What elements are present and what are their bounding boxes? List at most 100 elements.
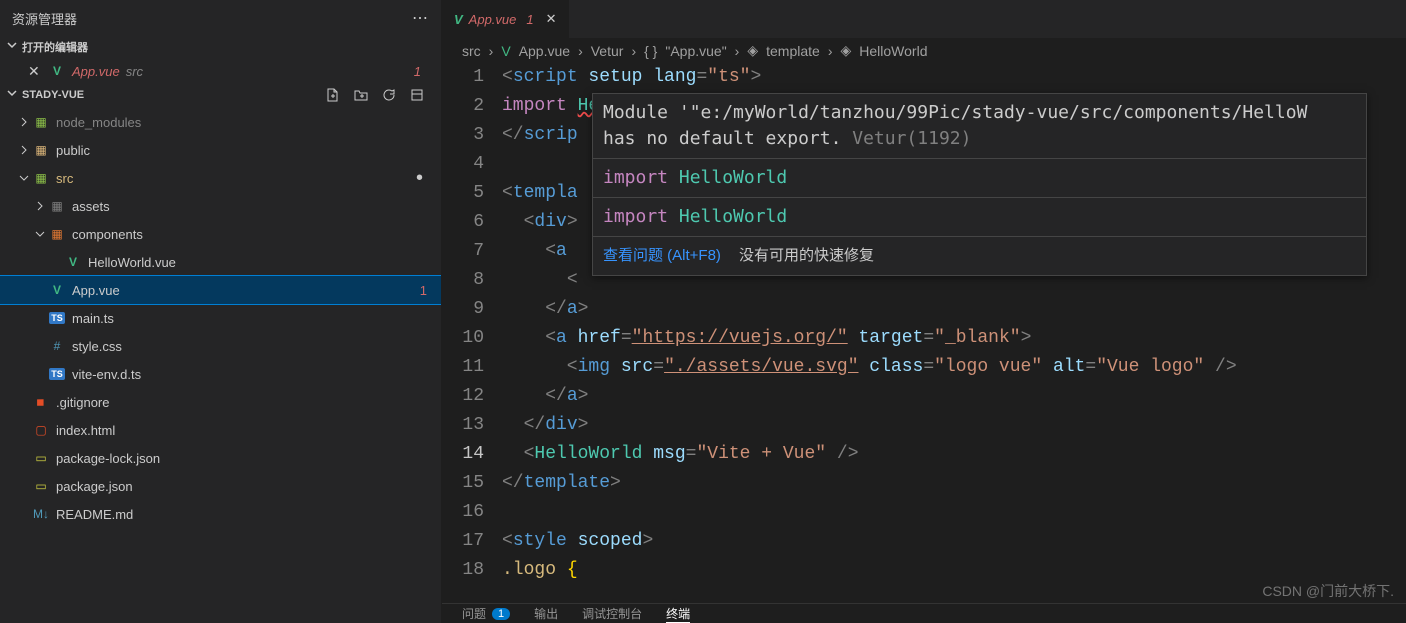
bc-item[interactable]: "App.vue" — [665, 43, 726, 59]
tree-file-package-lock[interactable]: ▭ package-lock.json — [0, 444, 441, 472]
chevron-right-icon — [32, 200, 48, 212]
vue-icon: V — [454, 12, 463, 27]
tree-file-gitignore[interactable]: ◆ .gitignore — [0, 388, 441, 416]
tree-file-helloworld[interactable]: V HelloWorld.vue — [0, 248, 441, 276]
bc-item[interactable]: template — [766, 43, 820, 59]
vue-icon: V — [48, 281, 66, 299]
hover-suggestion[interactable]: import HelloWorld — [593, 158, 1366, 197]
tab-app-vue[interactable]: V App.vue 1 ✕ — [442, 0, 570, 38]
vue-icon: V — [64, 253, 82, 271]
tree-file-readme[interactable]: M↓ README.md — [0, 500, 441, 528]
tree-label: App.vue — [72, 283, 120, 298]
chevron-right-icon — [16, 144, 32, 156]
css-icon: # — [48, 337, 66, 355]
tab-problems[interactable]: 问题 1 — [462, 605, 510, 622]
tree-label: HelloWorld.vue — [88, 255, 176, 270]
tree-file-vite-env[interactable]: TS vite-env.d.ts — [0, 360, 441, 388]
problem-badge: 1 — [420, 283, 427, 298]
json-icon: ▭ — [32, 477, 50, 495]
tab-debug-console[interactable]: 调试控制台 — [582, 605, 642, 622]
tree-label: public — [56, 143, 90, 158]
chevron-right-icon: › — [828, 43, 833, 59]
vue-icon: V — [501, 43, 510, 59]
more-actions-button[interactable]: ⋯ — [412, 8, 429, 28]
project-actions — [325, 87, 435, 103]
explorer-header: 资源管理器 ⋯ — [0, 0, 441, 36]
git-icon: ◆ — [28, 389, 53, 414]
hover-actions-bar: 查看问题 (Alt+F8) 没有可用的快速修复 — [593, 236, 1366, 275]
hover-suggestion[interactable]: import HelloWorld — [593, 197, 1366, 236]
refresh-icon[interactable] — [381, 87, 397, 103]
folder-icon: ▦ — [32, 169, 50, 187]
open-editor-path: src — [126, 64, 143, 79]
view-problem-link[interactable]: 查看问题 (Alt+F8) — [603, 243, 721, 269]
file-tree: ▦ node_modules ▦ public ▦ src • ▦ assets… — [0, 106, 441, 623]
tree-folder-assets[interactable]: ▦ assets — [0, 192, 441, 220]
editor-area: V App.vue 1 ✕ src › V App.vue › Vetur › … — [442, 0, 1406, 623]
json-icon: ▭ — [32, 449, 50, 467]
chevron-right-icon: › — [489, 43, 494, 59]
new-file-icon[interactable] — [325, 87, 341, 103]
breadcrumb[interactable]: src › V App.vue › Vetur › { } "App.vue" … — [442, 38, 1406, 63]
new-folder-icon[interactable] — [353, 87, 369, 103]
open-editors-label: 打开的编辑器 — [22, 39, 88, 55]
project-name: STADY-VUE — [22, 89, 84, 101]
bc-item[interactable]: src — [462, 43, 481, 59]
close-icon[interactable]: ✕ — [28, 63, 48, 80]
symbol-icon: ◈ — [747, 42, 758, 59]
tree-label: README.md — [56, 507, 133, 522]
tree-label: src — [56, 171, 73, 186]
tree-file-style-css[interactable]: # style.css — [0, 332, 441, 360]
tree-file-index-html[interactable]: ▢ index.html — [0, 416, 441, 444]
open-editors-header[interactable]: 打开的编辑器 — [0, 36, 441, 58]
chevron-right-icon — [16, 116, 32, 128]
folder-icon: ▦ — [48, 225, 66, 243]
tree-label: components — [72, 227, 143, 242]
chevron-down-icon — [6, 39, 22, 55]
close-icon[interactable]: ✕ — [546, 11, 557, 27]
folder-icon: ▦ — [32, 113, 50, 131]
tab-terminal[interactable]: 终端 — [666, 605, 690, 623]
chevron-down-icon — [32, 228, 48, 240]
open-editor-filename: App.vue — [72, 64, 120, 79]
bc-item[interactable]: Vetur — [591, 43, 624, 59]
tree-label: vite-env.d.ts — [72, 367, 141, 382]
hover-error-message: Module '"e:/myWorld/tanzhou/99Pic/stady-… — [593, 94, 1366, 158]
folder-icon: ▦ — [48, 197, 66, 215]
tab-title: App.vue — [469, 12, 517, 27]
ts-icon: TS — [48, 309, 66, 327]
tree-label: assets — [72, 199, 110, 214]
vue-icon: V — [48, 62, 66, 80]
symbol-icon: ◈ — [841, 42, 852, 59]
bc-item[interactable]: HelloWorld — [859, 43, 927, 59]
open-editor-item[interactable]: ✕ V App.vue src 1 — [0, 58, 441, 84]
tree-file-main-ts[interactable]: TS main.ts — [0, 304, 441, 332]
chevron-right-icon: › — [735, 43, 740, 59]
open-editor-badge: 1 — [414, 64, 435, 79]
tree-label: package-lock.json — [56, 451, 160, 466]
chevron-down-icon — [6, 87, 22, 103]
tree-folder-src[interactable]: ▦ src • — [0, 164, 441, 192]
tree-folder-components[interactable]: ▦ components — [0, 220, 441, 248]
watermark-text: CSDN @门前大桥下. — [1262, 581, 1394, 601]
tree-folder-node-modules[interactable]: ▦ node_modules — [0, 108, 441, 136]
tree-label: index.html — [56, 423, 115, 438]
bc-item[interactable]: App.vue — [519, 43, 570, 59]
tree-folder-public[interactable]: ▦ public — [0, 136, 441, 164]
code-content[interactable]: <script setup lang="ts"> import HelloWor… — [502, 63, 1406, 623]
dirty-indicator-icon: • — [416, 167, 423, 190]
ts-icon: TS — [48, 365, 66, 383]
project-header[interactable]: STADY-VUE — [0, 84, 441, 106]
explorer-sidebar: 资源管理器 ⋯ 打开的编辑器 ✕ V App.vue src 1 STADY-V… — [0, 0, 442, 623]
tree-label: style.css — [72, 339, 122, 354]
chevron-right-icon: › — [631, 43, 636, 59]
collapse-icon[interactable] — [409, 87, 425, 103]
tree-file-package-json[interactable]: ▭ package.json — [0, 472, 441, 500]
tree-label: main.ts — [72, 311, 114, 326]
html-icon: ▢ — [32, 421, 50, 439]
tree-label: .gitignore — [56, 395, 109, 410]
code-editor[interactable]: 1234 5678 9101112 13141516 1718 <script … — [442, 63, 1406, 623]
bottom-panel-tabs: 问题 1 输出 调试控制台 终端 — [442, 603, 1406, 623]
tree-file-app-vue[interactable]: V App.vue 1 — [0, 276, 441, 304]
tab-output[interactable]: 输出 — [534, 605, 558, 622]
